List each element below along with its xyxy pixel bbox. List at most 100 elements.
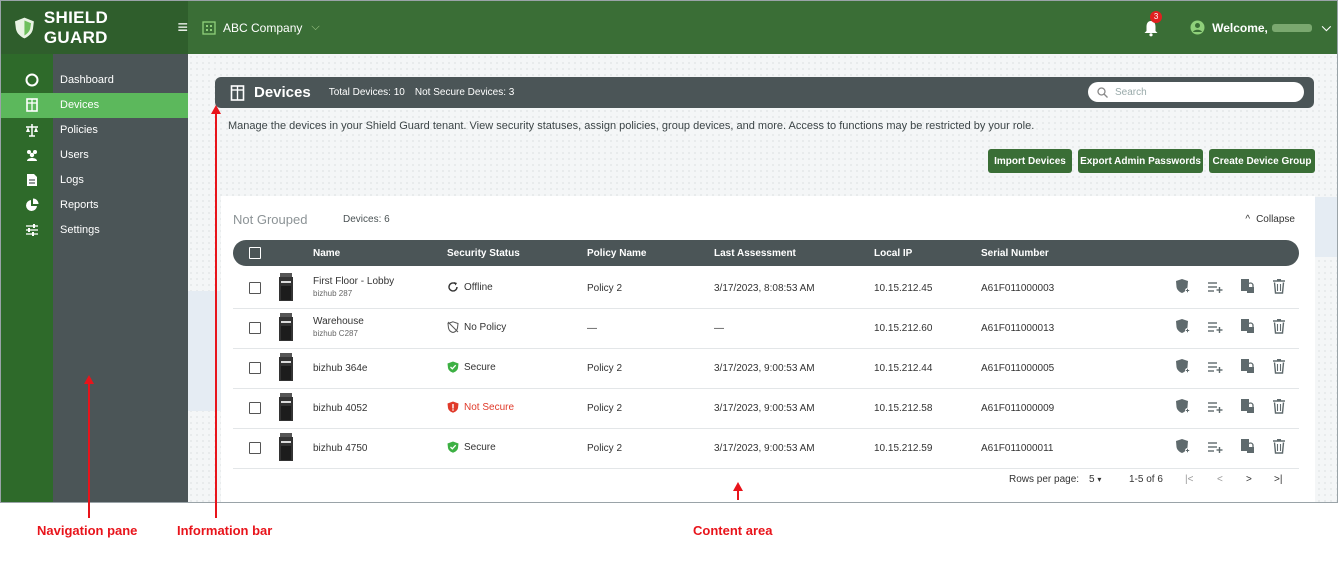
last-assessment: 3/17/2023, 9:00:53 AM bbox=[714, 363, 815, 374]
delete-trash-icon[interactable] bbox=[1271, 318, 1287, 334]
serial-number: A61F011000009 bbox=[981, 403, 1055, 414]
security-status: Not Secure bbox=[447, 401, 514, 413]
table-row[interactable]: Warehouse bizhub C287 No Policy — — 10.1… bbox=[233, 308, 1299, 349]
collapse-button[interactable]: ^ Collapse bbox=[1245, 214, 1295, 225]
chevron-down-icon: ⌵ bbox=[1321, 20, 1331, 34]
add-to-group-icon[interactable] bbox=[1207, 278, 1223, 294]
annotation-content-area: Content area bbox=[693, 523, 773, 538]
row-checkbox[interactable] bbox=[249, 442, 261, 454]
row-checkbox[interactable] bbox=[249, 322, 261, 334]
users-icon bbox=[27, 150, 37, 161]
table-row[interactable]: bizhub 4052 Not Secure Policy 2 3/17/202… bbox=[233, 388, 1299, 429]
row-checkbox[interactable] bbox=[249, 282, 261, 294]
notifications-button[interactable]: 3 bbox=[1142, 10, 1163, 37]
column-header-security-status[interactable]: Security Status bbox=[447, 248, 520, 259]
devices-icon bbox=[26, 98, 38, 112]
row-actions bbox=[1175, 318, 1295, 336]
table-row[interactable]: bizhub 364e Secure Policy 2 3/17/2023, 9… bbox=[233, 348, 1299, 389]
row-actions bbox=[1175, 278, 1295, 296]
user-menu[interactable]: Welcome, ⌵ bbox=[1190, 20, 1331, 35]
nav-item-dashboard[interactable]: Dashboard bbox=[1, 68, 188, 93]
hamburger-menu-icon[interactable]: ≡ bbox=[177, 17, 188, 38]
security-status: Offline bbox=[447, 281, 493, 293]
table-row[interactable]: First Floor - Lobby bizhub 287 Offline P… bbox=[233, 268, 1299, 309]
add-to-group-icon[interactable] bbox=[1207, 358, 1223, 374]
assign-policy-shield-icon[interactable] bbox=[1175, 318, 1191, 334]
admin-password-lock-icon[interactable] bbox=[1239, 438, 1255, 454]
column-header-last-assessment[interactable]: Last Assessment bbox=[714, 248, 796, 259]
device-model: bizhub 287 bbox=[313, 289, 353, 298]
column-header-name[interactable]: Name bbox=[313, 248, 340, 259]
assign-policy-shield-icon[interactable] bbox=[1175, 398, 1191, 414]
row-checkbox[interactable] bbox=[249, 362, 261, 374]
last-assessment: — bbox=[714, 323, 724, 334]
nav-list: Dashboard Devices Policies Users Logs Re… bbox=[1, 68, 188, 243]
printer-icon bbox=[279, 393, 293, 421]
search-input[interactable] bbox=[1113, 85, 1297, 99]
collapse-label: Collapse bbox=[1256, 214, 1295, 225]
add-to-group-icon[interactable] bbox=[1207, 438, 1223, 454]
admin-password-lock-icon[interactable] bbox=[1239, 318, 1255, 334]
column-header-local-ip[interactable]: Local IP bbox=[874, 248, 912, 259]
top-right-area: 3 Welcome, ⌵ bbox=[1142, 1, 1337, 54]
row-actions bbox=[1175, 438, 1295, 456]
background-decoration bbox=[188, 291, 223, 411]
row-actions bbox=[1175, 358, 1295, 376]
devices-icon bbox=[230, 84, 245, 101]
nav-item-users[interactable]: Users bbox=[1, 143, 188, 168]
delete-trash-icon[interactable] bbox=[1271, 278, 1287, 294]
add-to-group-icon[interactable] bbox=[1207, 318, 1223, 334]
nav-item-policies[interactable]: Policies bbox=[1, 118, 188, 143]
navigation-pane: Dashboard Devices Policies Users Logs Re… bbox=[1, 54, 188, 502]
add-to-group-icon[interactable] bbox=[1207, 398, 1223, 414]
nav-item-devices[interactable]: Devices bbox=[1, 93, 188, 118]
previous-page-icon[interactable]: < bbox=[1217, 474, 1223, 485]
last-page-icon[interactable]: >| bbox=[1274, 474, 1282, 485]
rows-per-page-select[interactable]: 5 ▾ bbox=[1089, 474, 1101, 485]
export-admin-passwords-button[interactable]: Export Admin Passwords bbox=[1078, 149, 1203, 173]
delete-trash-icon[interactable] bbox=[1271, 398, 1287, 414]
shield-logo-icon bbox=[15, 17, 34, 38]
import-devices-button[interactable]: Import Devices bbox=[988, 149, 1072, 173]
nav-label: Users bbox=[60, 149, 89, 161]
building-icon bbox=[202, 20, 216, 35]
printer-icon bbox=[279, 273, 293, 301]
security-status: Secure bbox=[447, 361, 496, 373]
nav-item-logs[interactable]: Logs bbox=[1, 168, 188, 193]
assign-policy-shield-icon[interactable] bbox=[1175, 358, 1191, 374]
local-ip: 10.15.212.59 bbox=[874, 443, 933, 454]
search-box[interactable] bbox=[1088, 82, 1304, 102]
nav-item-settings[interactable]: Settings bbox=[1, 218, 188, 243]
select-all-checkbox[interactable] bbox=[249, 247, 261, 259]
caret-down-icon: ▾ bbox=[1097, 475, 1102, 484]
next-page-icon[interactable]: > bbox=[1246, 474, 1252, 485]
create-device-group-button[interactable]: Create Device Group bbox=[1209, 149, 1315, 173]
admin-password-lock-icon[interactable] bbox=[1239, 358, 1255, 374]
delete-trash-icon[interactable] bbox=[1271, 438, 1287, 454]
first-page-icon[interactable]: |< bbox=[1185, 474, 1193, 485]
table-row[interactable]: bizhub 4750 Secure Policy 2 3/17/2023, 9… bbox=[233, 428, 1299, 469]
assign-policy-shield-icon[interactable] bbox=[1175, 278, 1191, 294]
welcome-text: Welcome, bbox=[1212, 20, 1268, 35]
row-actions bbox=[1175, 398, 1295, 416]
policy-name: Policy 2 bbox=[587, 443, 623, 454]
row-checkbox[interactable] bbox=[249, 402, 261, 414]
column-header-policy-name[interactable]: Policy Name bbox=[587, 248, 646, 259]
rows-per-page-value: 5 bbox=[1089, 474, 1095, 485]
device-group-card: Not Grouped Devices: 6 ^ Collapse Name Se… bbox=[221, 196, 1315, 502]
offline-refresh-icon bbox=[448, 282, 458, 292]
policy-name: Policy 2 bbox=[587, 403, 623, 414]
nav-label: Settings bbox=[60, 224, 100, 236]
column-header-serial-number[interactable]: Serial Number bbox=[981, 248, 1049, 259]
local-ip: 10.15.212.58 bbox=[874, 403, 933, 414]
nav-item-reports[interactable]: Reports bbox=[1, 193, 188, 218]
assign-policy-shield-icon[interactable] bbox=[1175, 438, 1191, 454]
device-name: First Floor - Lobby bbox=[313, 276, 395, 287]
admin-password-lock-icon[interactable] bbox=[1239, 278, 1255, 294]
scale-icon bbox=[26, 124, 38, 137]
table-header: Name Security Status Policy Name Last As… bbox=[233, 240, 1299, 266]
admin-password-lock-icon[interactable] bbox=[1239, 398, 1255, 414]
delete-trash-icon[interactable] bbox=[1271, 358, 1287, 374]
company-selector[interactable]: ABC Company ⌵ bbox=[202, 21, 320, 35]
printer-icon bbox=[279, 433, 293, 461]
